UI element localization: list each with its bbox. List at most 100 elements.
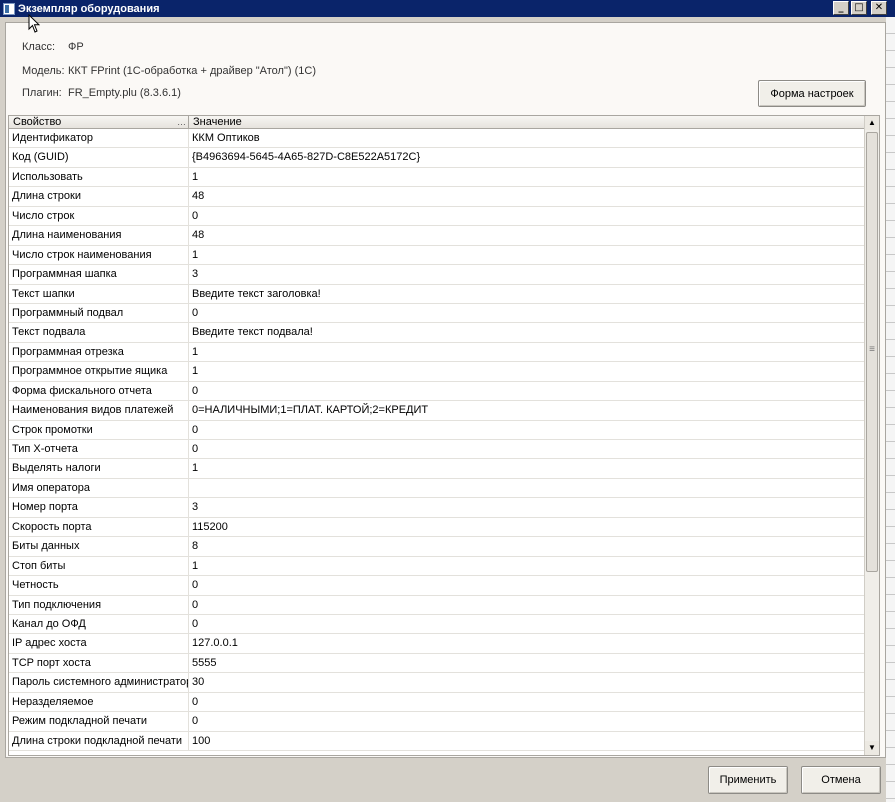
value-cell[interactable]: ККМ Оптиков (189, 129, 866, 147)
value-cell[interactable]: 0=НАЛИЧНЫМИ;1=ПЛАТ. КАРТОЙ;2=КРЕДИТ (189, 401, 866, 419)
property-cell: Программная шапка (9, 265, 189, 284)
maximize-button[interactable]: □ (851, 1, 867, 15)
table-row[interactable]: Форма фискального отчета 0 (9, 381, 866, 402)
table-row[interactable]: Режим подкладной печати 0 (9, 712, 866, 732)
column-header-value[interactable]: Значение (189, 116, 242, 129)
property-cell: Режим подкладной печати (9, 712, 189, 731)
value-cell[interactable]: 1 (189, 343, 866, 361)
property-cell: Номер порта (9, 498, 189, 517)
minimize-button[interactable]: _ (833, 1, 849, 15)
value-cell[interactable]: 0 (189, 421, 866, 439)
table-row[interactable]: Наименования видов платежей 0=НАЛИЧНЫМИ;1… (9, 401, 866, 421)
value-cell[interactable]: 127.0.0.1 (189, 634, 866, 652)
model-value: ККТ FPrint (1С-обработка + драйвер "Атол… (68, 65, 316, 77)
value-cell[interactable]: 3 (189, 498, 866, 516)
table-row[interactable]: Имя оператора (9, 478, 866, 499)
table-row[interactable]: Программное открытие ящика 1 (9, 362, 866, 382)
value-cell[interactable]: 3 (189, 265, 866, 283)
table-row[interactable]: Программный подвал 0 (9, 303, 866, 324)
property-cell: Имя оператора (9, 478, 189, 498)
table-row[interactable]: Номер порта 3 (9, 498, 866, 518)
scroll-down-arrow-icon[interactable]: ▼ (865, 741, 879, 755)
column-header-property[interactable]: Свойство … (9, 116, 189, 129)
property-cell: TCP порт хоста (9, 653, 189, 673)
table-row[interactable]: TCP порт хоста 5555 (9, 653, 866, 674)
property-cell: Неразделяемое (9, 692, 189, 712)
table-row[interactable]: Тип Х-отчета 0 (9, 440, 866, 460)
value-cell[interactable]: 1 (189, 557, 866, 575)
property-cell: Тип Х-отчета (9, 440, 189, 459)
table-row[interactable]: Программная шапка 3 (9, 265, 866, 285)
property-cell: Длина строки (9, 187, 189, 206)
model-info: Модель: ККТ FPrint (1С-обработка + драйв… (22, 65, 316, 77)
table-row[interactable]: Идентификатор ККМ Оптиков (9, 129, 866, 149)
table-row[interactable]: Длина строки 48 (9, 187, 866, 207)
value-cell[interactable]: {B4963694-5645-4A65-827D-C8E522A5172C} (189, 148, 866, 166)
scrollbar-thumb[interactable] (866, 132, 878, 572)
value-cell[interactable]: 48 (189, 187, 866, 205)
plugin-value: FR_Empty.plu (8.3.6.1) (68, 87, 181, 99)
apply-button[interactable]: Применить (708, 766, 788, 794)
value-cell[interactable]: 100 (189, 732, 866, 750)
table-row[interactable]: Тип подключения 0 (9, 595, 866, 615)
value-cell[interactable]: 1 (189, 459, 866, 477)
value-cell[interactable]: 0 (189, 440, 866, 458)
value-cell[interactable]: 8 (189, 537, 866, 555)
value-cell[interactable]: 30 (189, 673, 866, 691)
value-cell[interactable]: 5555 (189, 654, 866, 672)
value-cell[interactable]: 1 (189, 362, 866, 380)
class-label: Класс: (22, 41, 55, 53)
value-cell[interactable]: 0 (189, 693, 866, 711)
table-row[interactable]: Текст шапки Введите текст заголовка! (9, 284, 866, 304)
cancel-button[interactable]: Отмена (801, 766, 881, 794)
column-resize-icon[interactable]: … (177, 116, 186, 128)
table-row[interactable]: Текст подвала Введите текст подвала! (9, 323, 866, 343)
properties-grid[interactable]: Свойство … Значение Идентификатор ККМ Опт… (8, 115, 880, 756)
value-cell[interactable]: Введите текст заголовка! (189, 285, 866, 303)
grid-rows: Идентификатор ККМ Оптиков Код (GUID) {B4963… (9, 129, 866, 751)
property-cell: Биты данных (9, 537, 189, 556)
settings-form-button[interactable]: Форма настроек (758, 80, 866, 107)
table-row[interactable]: Канал до ОФД 0 (9, 614, 866, 635)
value-cell[interactable]: 0 (189, 207, 866, 225)
value-cell[interactable]: 0 (189, 304, 866, 322)
table-row[interactable]: Число строк 0 (9, 206, 866, 227)
value-cell[interactable]: 1 (189, 246, 866, 264)
property-cell: IP адрес хоста (9, 634, 189, 653)
value-cell[interactable]: 0 (189, 576, 866, 594)
value-cell[interactable]: 1 (189, 168, 866, 186)
table-row[interactable]: Стоп биты 1 (9, 556, 866, 577)
value-cell[interactable]: 0 (189, 382, 866, 400)
value-cell[interactable]: 48 (189, 226, 866, 244)
table-row[interactable]: Программная отрезка 1 (9, 342, 866, 363)
vertical-scrollbar[interactable]: ▲ ▼ (864, 116, 879, 755)
class-value: ФР (68, 41, 84, 53)
table-row[interactable]: Длина наименования 48 (9, 226, 866, 246)
value-cell[interactable]: 0 (189, 615, 866, 633)
property-cell: Число строк наименования (9, 245, 189, 265)
table-row[interactable]: Выделять налоги 1 (9, 459, 866, 479)
property-cell: Программное открытие ящика (9, 362, 189, 381)
plugin-label: Плагин: (22, 87, 62, 99)
value-cell[interactable] (189, 479, 866, 497)
table-row[interactable]: IP адрес хоста 127.0.0.1 (9, 634, 866, 654)
title-bar[interactable]: Экземпляр оборудования _ □ ✕ (0, 0, 895, 17)
table-row[interactable]: Четность 0 (9, 576, 866, 596)
table-row[interactable]: Код (GUID) {B4963694-5645-4A65-827D-C8E52… (9, 148, 866, 168)
value-cell[interactable]: Введите текст подвала! (189, 323, 866, 341)
close-button[interactable]: ✕ (871, 1, 887, 15)
table-row[interactable]: Число строк наименования 1 (9, 245, 866, 266)
scroll-up-arrow-icon[interactable]: ▲ (865, 116, 879, 130)
window-title: Экземпляр оборудования (18, 2, 160, 15)
table-row[interactable]: Пароль системного администратора 30 (9, 673, 866, 693)
table-row[interactable]: Длина строки подкладной печати 100 (9, 731, 866, 751)
table-row[interactable]: Биты данных 8 (9, 537, 866, 557)
property-cell: Длина строки подкладной печати (9, 731, 189, 750)
table-row[interactable]: Строк промотки 0 (9, 420, 866, 440)
value-cell[interactable]: 0 (189, 596, 866, 614)
table-row[interactable]: Использовать 1 (9, 167, 866, 188)
table-row[interactable]: Скорость порта 115200 (9, 517, 866, 538)
value-cell[interactable]: 115200 (189, 518, 866, 536)
value-cell[interactable]: 0 (189, 712, 866, 730)
table-row[interactable]: Неразделяемое 0 (9, 692, 866, 713)
